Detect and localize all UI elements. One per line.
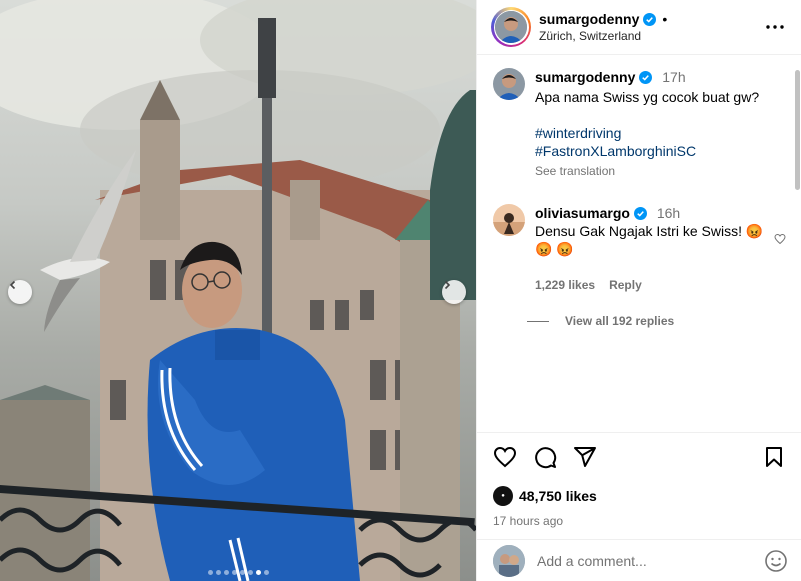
verified-icon	[633, 206, 647, 220]
comment-icon	[535, 447, 557, 469]
post-photo	[0, 0, 476, 581]
post-timestamp[interactable]: 17 hours ago	[493, 514, 786, 528]
carousel-dot	[215, 570, 221, 575]
post-actions: ● 48,750 likes 17 hours ago	[477, 432, 801, 528]
post-likes[interactable]: 48,750 likes	[519, 488, 597, 504]
comment-text-line-2: 😡 😡	[535, 241, 574, 257]
carousel-dot	[239, 570, 245, 575]
carousel-dot	[223, 570, 229, 575]
comments-section[interactable]: sumargodenny 17h Apa nama Swiss yg cocok…	[477, 56, 801, 431]
emoji-icon[interactable]	[764, 549, 788, 573]
save-button[interactable]	[762, 445, 786, 474]
add-comment-bar	[477, 539, 801, 581]
hashtag-link[interactable]: #FastronXLamborghiniSC	[535, 142, 788, 160]
carousel-dot	[263, 570, 269, 575]
heart-icon	[774, 233, 786, 245]
carousel-indicators	[0, 570, 476, 575]
commenter-avatar[interactable]	[493, 204, 525, 236]
post-details-panel: sumargodenny • Zürich, Switzerland sumar…	[476, 0, 801, 581]
commenter-avatar-image	[493, 204, 525, 236]
post-media[interactable]	[0, 0, 476, 581]
carousel-dot	[247, 570, 253, 575]
hashtag-link[interactable]: #winterdriving	[535, 124, 788, 142]
more-icon	[766, 25, 784, 29]
header-separator: •	[662, 11, 668, 27]
view-replies-label: View all 192 replies	[565, 314, 675, 328]
carousel-dot	[231, 570, 237, 575]
caption-time[interactable]: 17h	[662, 69, 685, 85]
caption-text: Apa nama Swiss yg cocok buat gw?	[535, 89, 760, 105]
see-translation-button[interactable]: See translation	[535, 162, 788, 180]
add-comment-input[interactable]	[537, 552, 764, 569]
replies-divider	[527, 320, 549, 322]
chevron-right-icon	[444, 280, 451, 290]
caption-avatar-image	[493, 68, 525, 100]
caption-username[interactable]: sumargodenny	[535, 68, 635, 86]
author-username[interactable]: sumargodenny	[539, 11, 639, 27]
previous-photo-button[interactable]	[8, 280, 32, 304]
carousel-dot	[255, 570, 261, 575]
author-avatar-image	[495, 11, 527, 43]
view-replies-button[interactable]: View all 192 replies	[527, 314, 788, 328]
comment-item: oliviasumargo 16h Densu Gak Ngajak Istri…	[493, 204, 788, 294]
comment-text: Densu Gak Ngajak Istri ke Swiss! 😡	[535, 223, 764, 239]
reply-button[interactable]: Reply	[609, 276, 642, 294]
comment-likes[interactable]: 1,229 likes	[535, 276, 595, 294]
verified-icon	[639, 70, 653, 84]
chevron-left-icon	[9, 280, 16, 290]
current-user-avatar	[493, 544, 525, 577]
current-user-avatar-image	[493, 544, 525, 577]
verified-icon	[643, 12, 657, 26]
next-photo-button[interactable]	[442, 280, 466, 304]
like-comment-button[interactable]	[774, 232, 786, 250]
liker-avatar[interactable]: ●	[493, 486, 513, 506]
bookmark-icon	[766, 447, 782, 467]
commenter-username[interactable]: oliviasumargo	[535, 204, 630, 222]
like-button[interactable]	[493, 445, 517, 474]
caption: sumargodenny 17h Apa nama Swiss yg cocok…	[493, 68, 788, 180]
comment-time[interactable]: 16h	[657, 205, 680, 221]
share-button[interactable]	[573, 445, 597, 474]
post-header: sumargodenny • Zürich, Switzerland	[477, 0, 801, 55]
comments-scrollbar[interactable]	[793, 56, 801, 431]
share-icon	[574, 447, 596, 467]
author-avatar[interactable]	[491, 7, 531, 47]
heart-icon	[493, 446, 517, 468]
post-location[interactable]: Zürich, Switzerland	[539, 29, 763, 43]
comment-button[interactable]	[533, 445, 557, 474]
caption-avatar[interactable]	[493, 68, 525, 100]
more-options-button[interactable]	[763, 15, 787, 39]
carousel-dot	[207, 570, 213, 575]
